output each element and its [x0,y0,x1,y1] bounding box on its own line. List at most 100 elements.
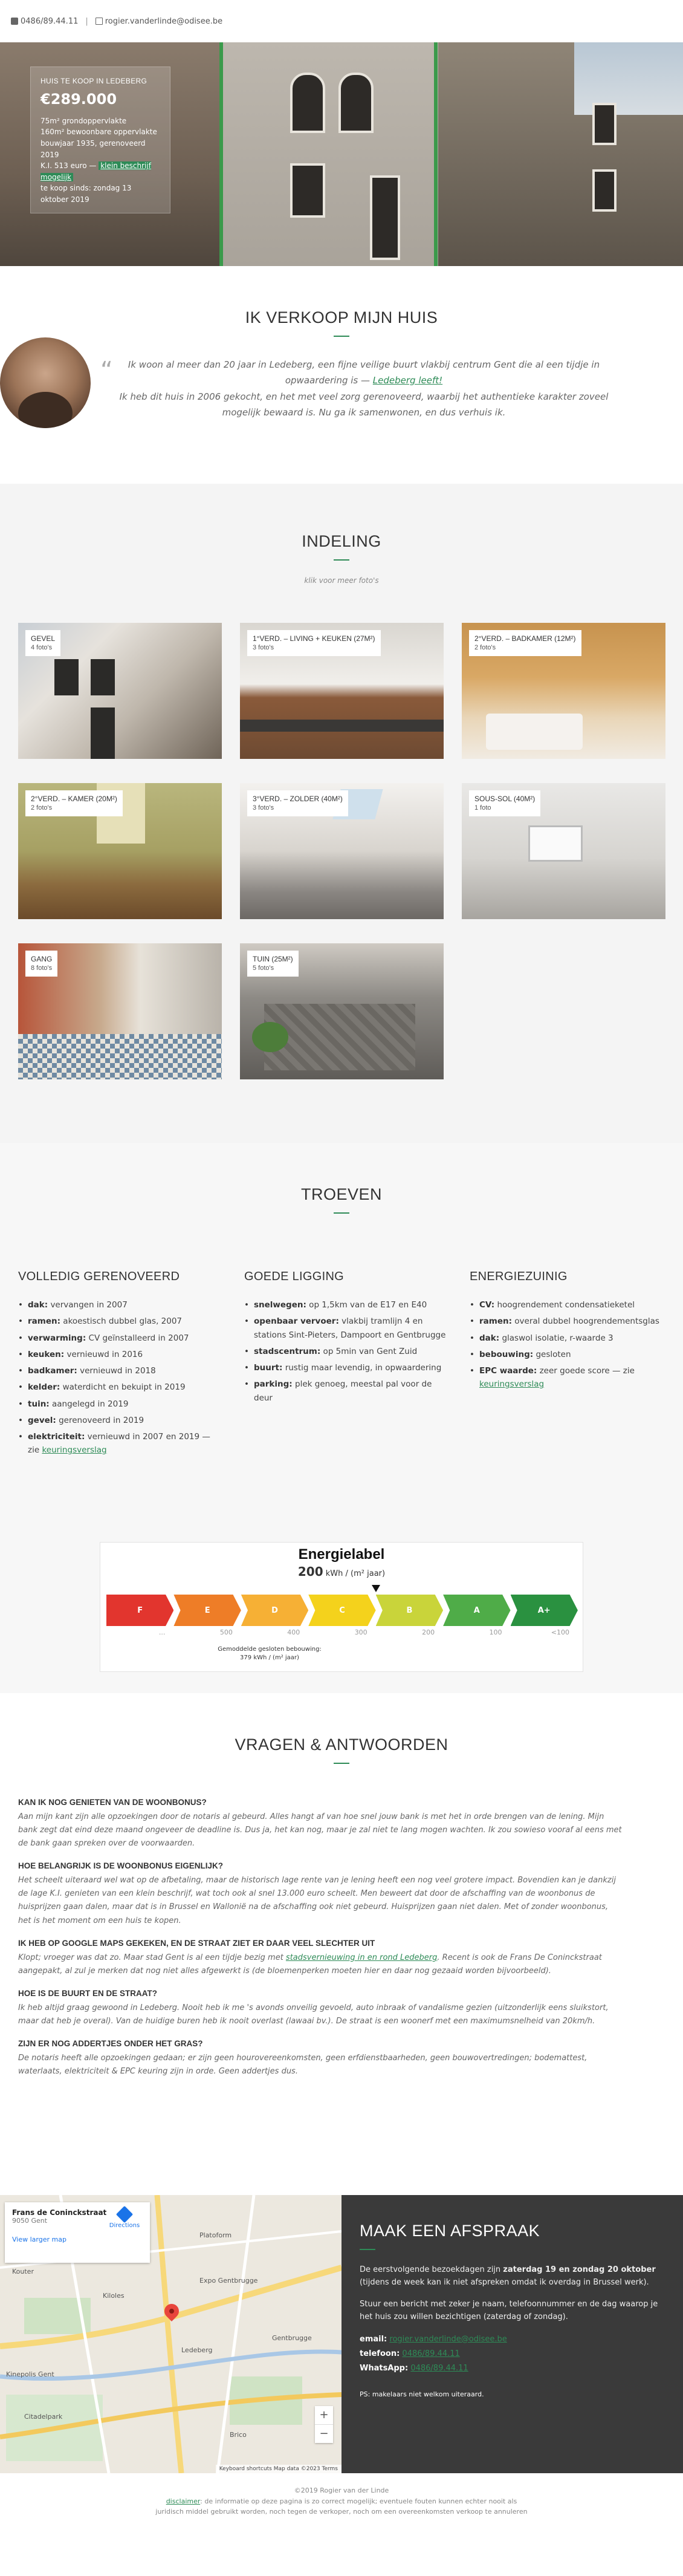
ledeberg-leeft-link[interactable]: Ledeberg leeft! [373,375,442,386]
list-item: bebouwing: gesloten [470,1348,669,1362]
energy-band-a: A [443,1595,511,1626]
tile-label: GEVEL 4 foto's [25,630,61,657]
energy-tick: <100 [551,1628,569,1636]
contact-email-link[interactable]: rogier.vanderlinde@odisee.be [389,2335,507,2344]
section-title: VRAGEN & ANTWOORDEN [235,1735,448,1754]
map-label: Brico [230,2431,247,2439]
appointment-instructions: Stuur een bericht met zeker je naam, tel… [360,2299,658,2322]
energy-band-c: C [308,1595,376,1626]
tile-label: 2°VERD. – KAMER (20M²) 2 foto's [25,790,123,817]
appointment-dates: De eerstvolgende bezoekdagen zijn zaterd… [360,2265,656,2288]
phone-number[interactable]: 0486/89.44.11 [21,17,78,26]
title-rule [360,2249,375,2250]
footer: ©2019 Rogier van der Linde disclaimer: d… [0,2473,683,2576]
map-place-card: Frans de Coninckstraat 9050 Gent View la… [5,2202,150,2263]
google-map[interactable]: Frans de Coninckstraat 9050 Gent View la… [0,2195,342,2473]
zoom-out-button[interactable]: − [315,2424,333,2443]
green-drainpipe-right [434,42,438,266]
list-item: elektriciteit: vernieuwd in 2007 en 2019… [18,1430,224,1457]
score-pointer-icon [371,1585,380,1592]
faq-answer: Klopt; vroeger was dat zo. Maar stad Gen… [18,1953,602,1976]
energy-tick: 400 [287,1628,300,1636]
tile-label: 2°VERD. – BADKAMER (12M²) 2 foto's [469,630,581,657]
photo-tile-gevel[interactable]: GEVEL 4 foto's [18,623,222,759]
faq-answer: Aan mijn kant zijn alle opzoekingen door… [18,1812,622,1849]
contact-phone-link[interactable]: 0486/89.44.11 [402,2349,459,2358]
title-rule [334,1212,349,1214]
faq-question: HOE BELANGRIJK IS DE WOONBONUS EIGENLIJK… [18,1861,224,1871]
view-larger-map-link[interactable]: View larger map [12,2236,143,2243]
list-item: ramen: akoestisch dubbel glas, 2007 [18,1315,224,1329]
troeven-column-renovatie: VOLLEDIG GERENOVEERD dak: vervangen in 2… [18,1270,224,1460]
column-heading: ENERGIEZUINIG [470,1270,568,1283]
appointment-ps: PS: makelaars niet welkom uiteraard. [360,2390,484,2398]
energy-tick: ... [158,1628,166,1636]
section-title: TROEVEN [300,1185,383,1203]
list-item: badkamer: vernieuwd in 2018 [18,1364,224,1378]
faq-answer: Het scheelt uiteraard wel wat op de afbe… [18,1876,616,1925]
list-item: openbaar vervoer: vlakbij tramlijn 4 en … [244,1315,450,1342]
list-item: buurt: rustig maar levendig, in opwaarde… [244,1361,450,1375]
troeven-section: TROEVEN VOLLEDIG GERENOVEERD dak: vervan… [0,1143,683,1693]
photo-tile-living[interactable]: 1°VERD. – LIVING + KEUKEN (27M²) 3 foto's [240,623,444,759]
window [338,73,374,133]
quote-mark-icon: “ [100,357,113,385]
list-item: dak: glaswol isolatie, r-waarde 3 [470,1332,669,1345]
listing-line: K.I. 513 euro — klein beschrijf mogelijk [40,161,151,181]
energy-band-f: F [106,1595,174,1626]
section-title: IK VERKOOP MIJN HUIS [245,308,438,327]
disclaimer-link[interactable]: disclaimer [166,2497,200,2505]
separator: | [85,16,88,26]
faq-list: KAN IK NOG GENIETEN VAN DE WOONBONUS? Aa… [18,1787,623,2078]
column-heading: GOEDE LIGGING [244,1270,345,1283]
keuringsverslag-link[interactable]: keuringsverslag [42,1445,106,1455]
section-title: INDELING [302,532,381,550]
faq-question: HOE IS DE BUURT EN DE STRAAT? [18,1988,158,1998]
window [592,169,617,212]
top-bar: 0486/89.44.11 | rogier.vanderlinde@odise… [0,0,683,42]
listing-price: €289.000 [40,90,117,108]
list-item: stadscentrum: op 5min van Gent Zuid [244,1345,450,1359]
window [290,73,325,133]
map-label: Ledeberg [181,2346,213,2354]
stadsvernieuwing-link[interactable]: stadsvernieuwing in en rond Ledeberg [286,1953,437,1962]
photo-tile-badkamer[interactable]: 2°VERD. – BADKAMER (12M²) 2 foto's [462,623,665,759]
disclaimer-cont: juridisch middel gebruikt worden, noch t… [155,2508,528,2516]
energy-bands: F E D C B A A+ [106,1595,578,1626]
list-item: tuin: aangelegd in 2019 [18,1397,224,1411]
map-footer[interactable]: Keyboard shortcuts Map data ©2023 Terms [215,2465,342,2473]
directions-button[interactable]: Directions [106,2205,143,2229]
hero-building-facade [221,42,438,266]
email-address[interactable]: rogier.vanderlinde@odisee.be [105,17,222,26]
photo-hint: klik voor meer foto's [304,576,379,585]
map-label: Gentbrugge [272,2334,312,2342]
list-item: parking: plek genoeg, meestal pal voor d… [244,1377,450,1405]
listing-line: bouwjaar 1935, gerenoveerd 2019 [40,138,146,159]
list-item: CV: hoogrendement condensatieketel [470,1298,669,1312]
window [592,103,617,145]
energy-band-b: B [375,1595,444,1626]
photo-tile-kamer[interactable]: 2°VERD. – KAMER (20M²) 2 foto's [18,783,222,919]
photo-tile-tuin[interactable]: TUIN (25M²) 5 foto's [240,943,444,1079]
list-item: verwarming: CV geïnstalleerd in 2007 [18,1332,224,1345]
energy-tick: 500 [219,1628,233,1636]
photo-tile-sous-sol[interactable]: SOUS-SOL (40M²) 1 foto [462,783,665,919]
photo-tile-zolder[interactable]: 3°VERD. – ZOLDER (40M²) 3 foto's [240,783,444,919]
contact-whatsapp-link[interactable]: 0486/89.44.11 [410,2364,468,2373]
front-door [370,175,400,260]
tile-label: SOUS-SOL (40M²) 1 foto [469,790,541,817]
list-item: kelder: waterdicht en bekuipt in 2019 [18,1381,224,1394]
energy-band-e: E [173,1595,241,1626]
energy-tick: 100 [489,1628,502,1636]
window [290,163,325,218]
energy-label: Energielabel 200 kWh / (m² jaar) FEDCBAA… [100,1542,583,1672]
list-item: gevel: gerenoveerd in 2019 [18,1414,224,1428]
list-item: snelwegen: op 1,5km van de E17 en E40 [244,1298,450,1312]
phone-icon [11,18,18,25]
keuringsverslag-link[interactable]: keuringsverslag [479,1379,544,1389]
photo-tile-gang[interactable]: GANG 8 foto's [18,943,222,1079]
hero-sky [574,42,683,115]
map-label: Kiloles [103,2292,125,2300]
contact-list: email: rogier.vanderlinde@odisee.be tele… [360,2334,507,2373]
zoom-in-button[interactable]: + [315,2406,333,2424]
